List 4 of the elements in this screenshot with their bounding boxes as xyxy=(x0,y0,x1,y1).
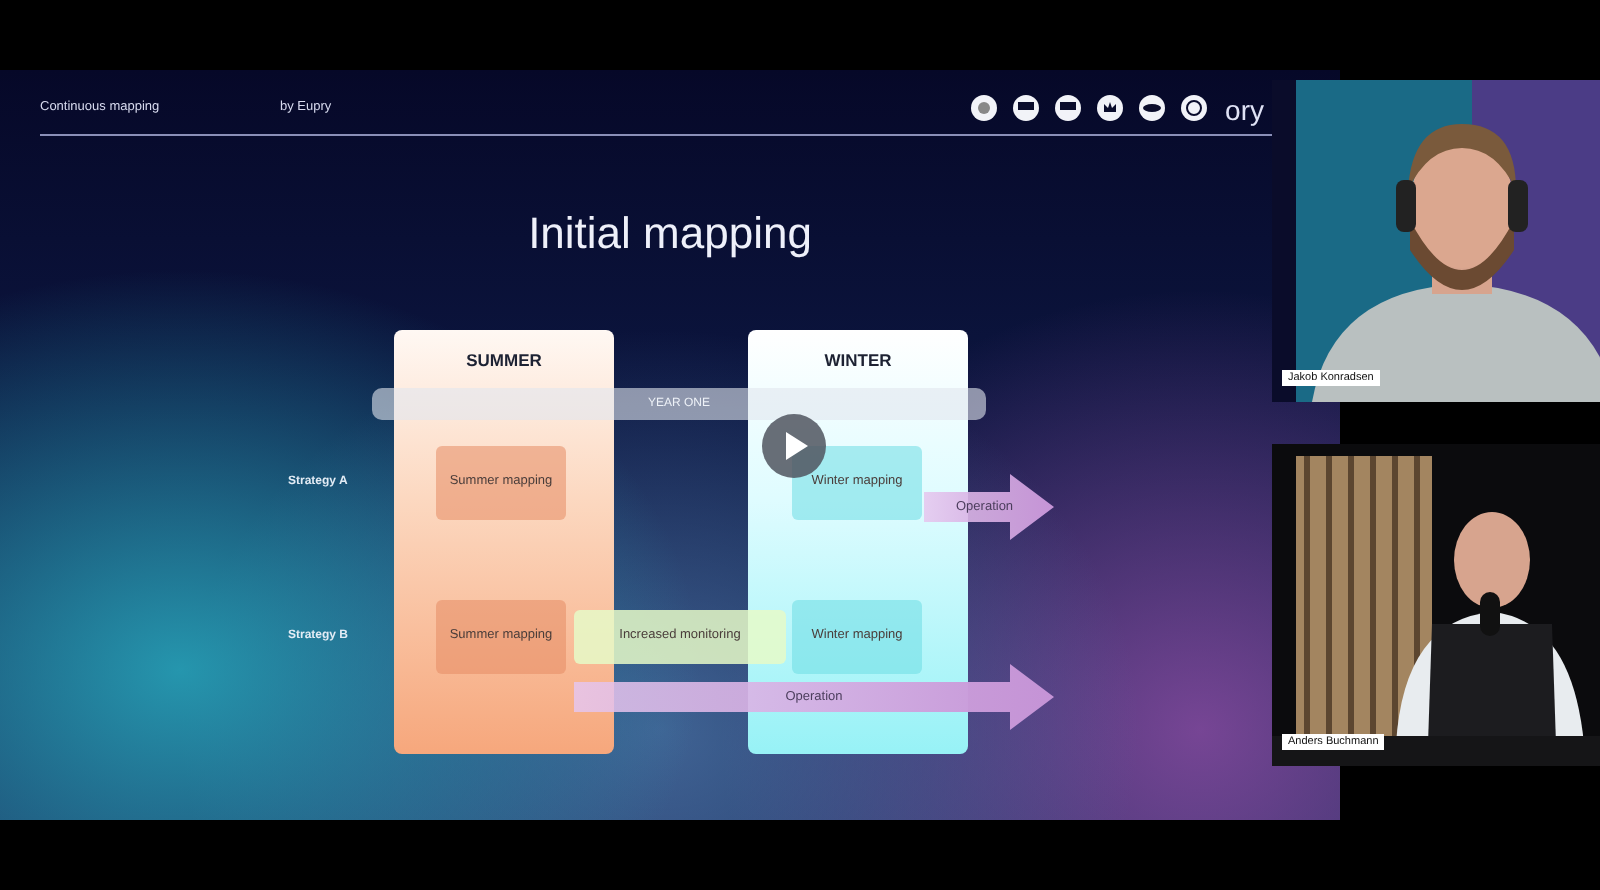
season-label: WINTER xyxy=(824,350,892,370)
season-label: SUMMER xyxy=(466,350,542,370)
brand-name: ory xyxy=(1225,94,1264,126)
slide-title: Initial mapping xyxy=(526,208,814,260)
